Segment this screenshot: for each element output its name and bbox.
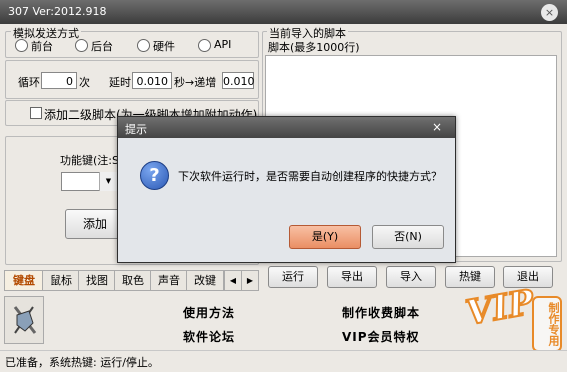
- chevron-down-icon[interactable]: ▼: [99, 172, 117, 191]
- yes-button[interactable]: 是(Y): [289, 225, 361, 249]
- radio-hardware-label: 硬件: [153, 40, 175, 53]
- tab-scroll-left-icon[interactable]: ◀: [224, 270, 242, 291]
- status-bar: 已准备，系统热键: 运行/停止。: [0, 350, 567, 372]
- status-text: 已准备，系统热键: 运行/停止。: [5, 356, 159, 369]
- window-close-button[interactable]: ×: [541, 4, 558, 21]
- no-button[interactable]: 否(N): [372, 225, 444, 249]
- radio-background-label: 后台: [91, 40, 113, 53]
- tab-sound[interactable]: 声音: [150, 270, 188, 291]
- script-panel-subtitle: 脚本(最多1000行): [268, 41, 360, 54]
- export-button[interactable]: 导出: [327, 266, 377, 288]
- window-titlebar: 307 Ver:2012.918 ×: [0, 0, 567, 24]
- delay-increment-input[interactable]: 0.010: [222, 72, 255, 89]
- tab-find-image[interactable]: 找图: [78, 270, 116, 291]
- question-icon: ?: [140, 161, 169, 190]
- loop-label: 循环: [18, 76, 40, 89]
- paid-script-link[interactable]: 制作收费脚本: [342, 304, 420, 321]
- loop-count-input[interactable]: 0: [41, 72, 77, 89]
- delay-label: 延时: [109, 76, 131, 89]
- app-logo: [4, 296, 44, 344]
- delay-unit-label: 秒→递增: [174, 76, 217, 89]
- tab-keyboard[interactable]: 键盘: [4, 270, 44, 291]
- vip-watermark-text: VIP: [462, 281, 538, 334]
- radio-foreground-label: 前台: [31, 40, 53, 53]
- tab-pick-color[interactable]: 取色: [114, 270, 152, 291]
- add-button[interactable]: 添加: [65, 209, 125, 239]
- window-title: 307 Ver:2012.918: [8, 5, 107, 18]
- vip-watermark: VIP: [462, 281, 538, 334]
- loop-unit: 次: [79, 76, 90, 89]
- radio-background[interactable]: [75, 39, 88, 52]
- import-button[interactable]: 导入: [386, 266, 436, 288]
- sword-shield-icon: [13, 306, 37, 334]
- usage-link[interactable]: 使用方法: [183, 304, 235, 321]
- dialog-close-button[interactable]: ×: [432, 120, 442, 134]
- radio-api-label: API: [214, 38, 232, 51]
- vip-link[interactable]: VIP会员特权: [342, 328, 420, 345]
- dialog-titlebar: 提示 ×: [118, 117, 455, 138]
- radio-hardware[interactable]: [137, 39, 150, 52]
- shortcut-dialog: 提示 × ? 下次软件运行时，是否需要自动创建程序的快捷方式？ 是(Y) 否(N…: [117, 116, 456, 263]
- tab-mouse[interactable]: 鼠标: [42, 270, 80, 291]
- dialog-title: 提示: [125, 123, 147, 136]
- tab-scroll-right-icon[interactable]: ▶: [241, 270, 259, 291]
- hotkey-button[interactable]: 热键: [445, 266, 495, 288]
- secondary-script-checkbox[interactable]: [30, 107, 42, 119]
- delay-input[interactable]: 0.010: [132, 72, 172, 89]
- dialog-message: 下次软件运行时，是否需要自动创建程序的快捷方式？: [178, 170, 442, 183]
- tab-remap-key[interactable]: 改键: [186, 270, 224, 291]
- radio-foreground[interactable]: [15, 39, 28, 52]
- run-button[interactable]: 运行: [268, 266, 318, 288]
- vip-stamp: 制作专用: [532, 296, 562, 352]
- forum-link[interactable]: 软件论坛: [183, 328, 235, 345]
- radio-api[interactable]: [198, 39, 211, 52]
